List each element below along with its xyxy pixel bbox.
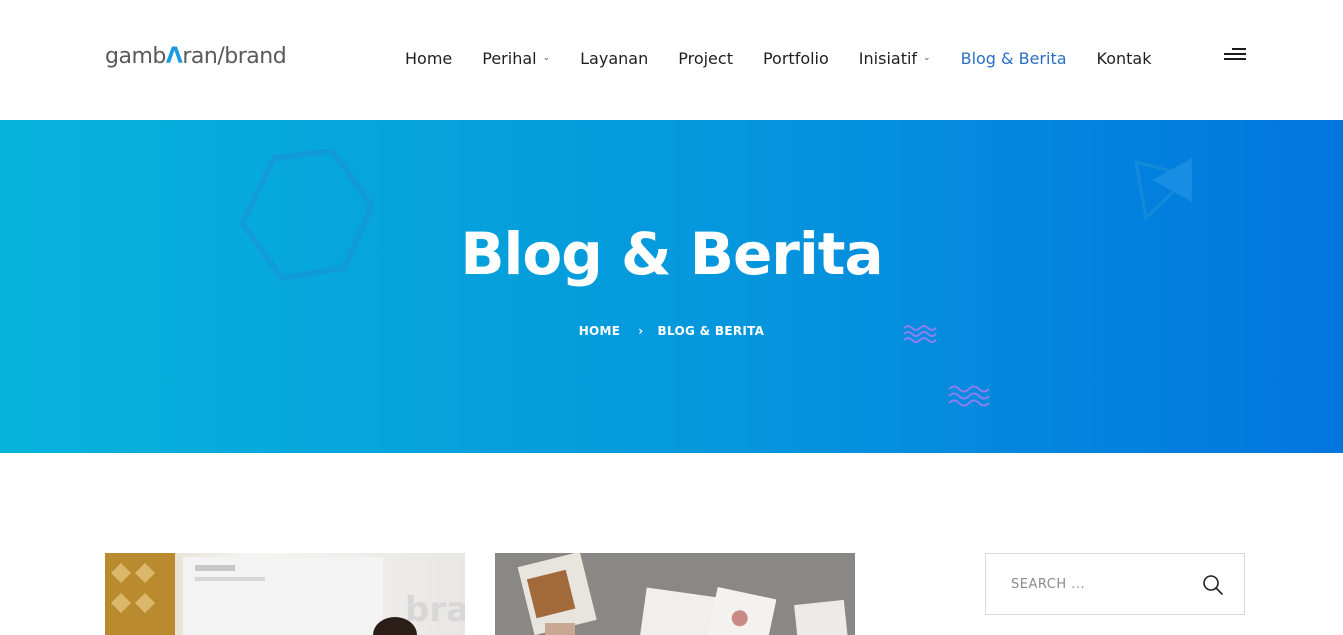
nav-item-label: Blog & Berita (960, 48, 1067, 68)
breadcrumb-separator-icon: › (638, 324, 644, 338)
wave-decoration-icon (948, 385, 990, 407)
brand-logo[interactable]: gamb Λran / brand (105, 40, 287, 72)
breadcrumb-home-link[interactable]: HOME (579, 324, 621, 338)
blog-post-thumbnail[interactable] (495, 553, 855, 635)
nav-item-label: Perihal (482, 48, 537, 68)
svg-text:bra: bra (405, 590, 465, 630)
hamburger-menu-icon[interactable] (1222, 48, 1246, 64)
triangle-decoration-icon (1134, 158, 1193, 222)
nav-item-label: Layanan (580, 48, 649, 68)
nav-item-label: Portfolio (762, 48, 829, 68)
nav-item-perihal[interactable]: Perihal ⌄ (482, 49, 550, 68)
logo-text-part5: brand (224, 43, 287, 69)
page-title: Blog & Berita (460, 220, 883, 288)
logo-text-accent: Λ (165, 43, 183, 69)
blog-post-thumbnail[interactable]: bra (105, 553, 465, 635)
sidebar-search (985, 553, 1245, 615)
search-icon[interactable] (1202, 574, 1224, 596)
main-nav: Home Perihal ⌄ Layanan Project Portfolio … (405, 46, 1152, 70)
breadcrumb-current: BLOG & BERITA (657, 324, 765, 338)
nav-item-kontak[interactable]: Kontak (1097, 49, 1152, 68)
chevron-down-icon: ⌄ (542, 53, 551, 63)
search-input[interactable] (1011, 576, 1201, 592)
nav-item-blog-berita[interactable]: Blog & Berita (961, 49, 1067, 68)
logo-text-slash: / (217, 43, 225, 69)
post-image-speaker: bra (105, 553, 465, 635)
chevron-down-icon: ⌄ (923, 53, 931, 63)
nav-item-label: Inisiatif (858, 48, 918, 68)
nav-item-home[interactable]: Home (405, 49, 452, 68)
page-hero: Blog & Berita HOME › BLOG & BERITA (0, 120, 1343, 453)
logo-text-part1: gamb (105, 43, 166, 69)
logo-text-part3: ran (182, 43, 218, 69)
site-header: gamb Λran / brand Home Perihal ⌄ Layanan Pro… (0, 0, 1343, 120)
nav-item-project[interactable]: Project (678, 49, 733, 68)
nav-item-label: Kontak (1096, 48, 1152, 68)
nav-item-layanan[interactable]: Layanan (580, 49, 648, 68)
nav-item-label: Home (405, 48, 453, 68)
nav-item-label: Project (678, 48, 733, 68)
post-image-papers (495, 553, 855, 635)
breadcrumb: HOME › BLOG & BERITA (0, 324, 1343, 338)
nav-item-inisiatif[interactable]: Inisiatif ⌄ (859, 49, 931, 68)
nav-item-portfolio[interactable]: Portfolio (763, 49, 829, 68)
